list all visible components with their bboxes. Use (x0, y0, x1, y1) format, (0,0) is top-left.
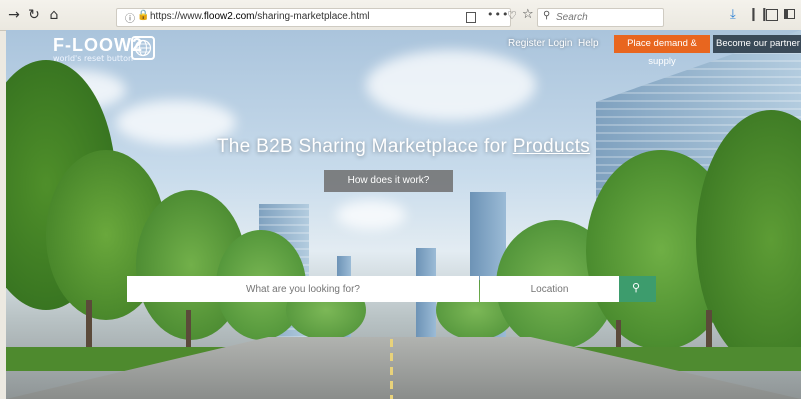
browser-search-input[interactable] (556, 10, 656, 24)
register-link[interactable]: Register (508, 38, 545, 49)
road-marking (390, 339, 393, 399)
location-field[interactable] (480, 276, 619, 302)
browser-toolbar: → ↻ ⌂ ⓘ 🔒 https://www.floow2.com/sharing… (0, 0, 801, 31)
back-icon[interactable]: → (6, 7, 22, 23)
sidebar-icon[interactable] (784, 9, 795, 19)
browser-search-box[interactable]: ⚲ (537, 8, 664, 27)
logo-wordmark: F-LOOW2 (53, 35, 143, 55)
url-prefix: https://www. (150, 11, 204, 22)
globe-icon[interactable] (131, 36, 155, 60)
hero-title-prefix: The B2B Sharing Marketplace for (216, 136, 513, 157)
search-icon: ⚲ (543, 10, 551, 21)
search-icon: ⚲ (632, 281, 641, 294)
url-text[interactable]: https://www.floow2.com/sharing-marketpla… (150, 11, 370, 22)
login-link[interactable]: Login (548, 38, 572, 49)
hero-title: The B2B Sharing Marketplace for Products (6, 136, 801, 158)
search-field[interactable] (127, 276, 479, 302)
location-input[interactable] (480, 276, 619, 302)
help-link[interactable]: Help (578, 38, 599, 49)
search-input[interactable] (127, 276, 479, 302)
cloud (366, 50, 536, 120)
search-button[interactable]: ⚲ (619, 276, 656, 302)
url-domain: floow2.com (203, 11, 255, 22)
download-icon[interactable]: ⤓ (730, 7, 736, 22)
how-does-it-work-button[interactable]: How does it work? (324, 170, 453, 192)
lock-icon[interactable]: 🔒 (137, 10, 149, 21)
reload-icon[interactable]: ↻ (26, 7, 42, 23)
become-partner-button[interactable]: Become our partner (713, 35, 801, 53)
cloud (336, 200, 406, 230)
address-bar[interactable]: ⓘ 🔒 https://www.floow2.com/sharing-marke… (116, 8, 511, 27)
site-logo[interactable]: F-LOOW2 world's reset button (53, 36, 143, 64)
synced-tabs-icon[interactable] (766, 9, 778, 21)
bookmark-star-icon[interactable]: ☆ (522, 7, 534, 22)
hero-section: F-LOOW2 world's reset button Register Lo… (6, 30, 801, 399)
home-icon[interactable]: ⌂ (46, 7, 62, 23)
logo-tagline: world's reset button (53, 54, 134, 63)
hero-title-highlight[interactable]: Products (513, 136, 590, 157)
url-path: /sharing-marketplace.html (254, 11, 370, 22)
info-icon[interactable]: ⓘ (125, 10, 135, 25)
place-demand-supply-button[interactable]: Place demand & supply (614, 35, 710, 67)
pocket-icon[interactable]: ♡ (507, 9, 517, 22)
reader-view-icon[interactable] (466, 12, 476, 23)
